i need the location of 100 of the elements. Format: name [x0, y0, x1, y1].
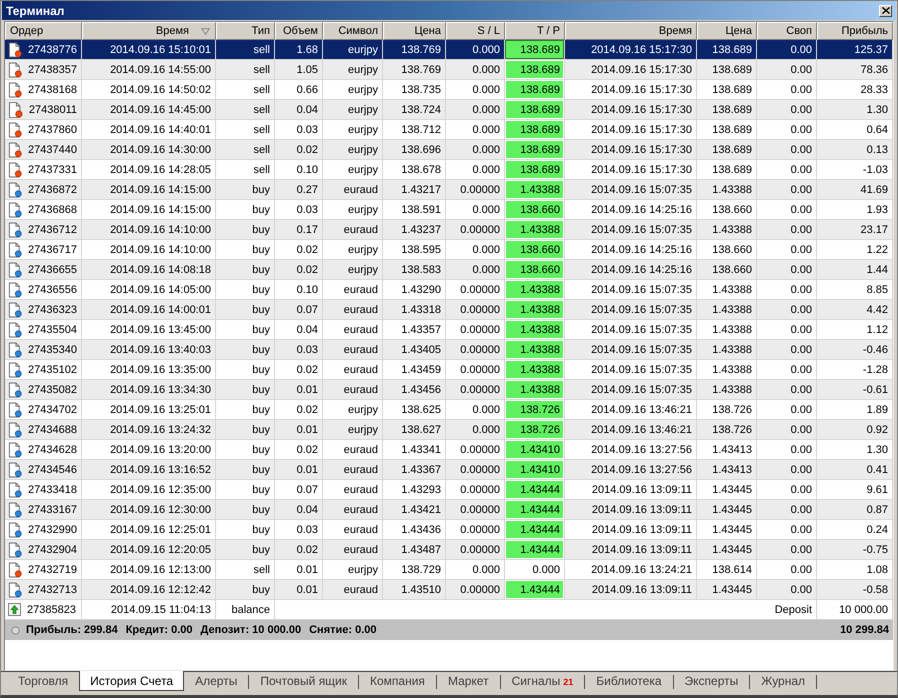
tab[interactable]: Почтовый ящик — [249, 671, 358, 691]
table-row[interactable]: 27433167 2014.09.16 12:30:00 buy 0.04 euraud 1.43421 0.00000 1.43444 2014.09.16 13:09:11 1.43445 0.00 0.87 — [5, 500, 893, 520]
order-number: 27437860 — [28, 124, 77, 136]
take-profit: 1.43410 — [505, 440, 565, 460]
tab[interactable]: Эксперты — [674, 671, 750, 691]
tab[interactable]: Библиотека — [585, 671, 673, 691]
tab[interactable]: Маркет — [436, 671, 500, 691]
table-row[interactable]: 27438011 2014.09.16 14:45:00 sell 0.04 eurjpy 138.724 0.000 138.689 2014.09.16 15:17:30 138.689 0.00 1.30 — [5, 100, 893, 120]
tab[interactable]: Торговля — [7, 671, 80, 691]
column-header[interactable]: Цена — [383, 22, 446, 40]
take-profit: 138.689 — [505, 100, 565, 120]
table-row[interactable]: 27436872 2014.09.16 14:15:00 buy 0.27 euraud 1.43217 0.00000 1.43388 2014.09.16 15:07:35 1.43388 0.00 41.69 — [5, 180, 893, 200]
table-row[interactable]: 27433418 2014.09.16 12:35:00 buy 0.07 euraud 1.43293 0.00000 1.43444 2014.09.16 13:09:11 1.43445 0.00 9.61 — [5, 480, 893, 500]
take-profit: 1.43388 — [505, 340, 565, 360]
tab[interactable]: История Счета — [79, 671, 184, 691]
column-header[interactable]: Время — [565, 22, 697, 40]
table-row[interactable]: 27436868 2014.09.16 14:15:00 buy 0.03 eurjpy 138.591 0.000 138.660 2014.09.16 14:25:16 138.660 0.00 1.93 — [5, 200, 893, 220]
dot-icon — [11, 626, 20, 634]
take-profit: 1.43388 — [505, 320, 565, 340]
document-icon — [8, 262, 22, 278]
table-row[interactable]: 27437440 2014.09.16 14:30:00 sell 0.02 eurjpy 138.696 0.000 138.689 2014.09.16 15:17:30 138.689 0.00 0.13 — [5, 140, 893, 160]
table-row[interactable]: 27385823 2014.09.15 11:04:13 balance Deposit 10 000.00 — [5, 600, 893, 620]
column-header[interactable]: T / P — [505, 22, 565, 40]
table-row[interactable]: 27432719 2014.09.16 12:13:00 sell 0.01 eurjpy 138.729 0.000 0.000 2014.09.16 13:24:21 138.614 0.00 1.08 — [5, 560, 893, 580]
table-row[interactable]: 27438357 2014.09.16 14:55:00 sell 1.05 eurjpy 138.769 0.000 138.689 2014.09.16 15:17:30 138.689 0.00 78.36 — [5, 60, 893, 80]
table-row[interactable]: 27432990 2014.09.16 12:25:01 buy 0.03 euraud 1.43436 0.00000 1.43444 2014.09.16 13:09:11 1.43445 0.00 0.24 — [5, 520, 893, 540]
order-number: 27433418 — [28, 484, 77, 496]
take-profit: 138.689 — [505, 120, 565, 140]
table-row[interactable]: 27436712 2014.09.16 14:10:00 buy 0.17 euraud 1.43237 0.00000 1.43388 2014.09.16 15:07:35 1.43388 0.00 23.17 — [5, 220, 893, 240]
tab[interactable]: Сигналы 21 — [500, 671, 584, 691]
order-number: 27435102 — [28, 364, 77, 376]
order-number: 27436655 — [28, 264, 77, 276]
take-profit: 1.43388 — [505, 180, 565, 200]
column-header[interactable]: Прибыль — [817, 22, 893, 40]
table-row[interactable]: 27436717 2014.09.16 14:10:00 buy 0.02 eurjpy 138.595 0.000 138.660 2014.09.16 14:25:16 138.660 0.00 1.22 — [5, 240, 893, 260]
take-profit: 1.43444 — [505, 500, 565, 520]
up-arrow-icon — [8, 603, 21, 616]
table-row[interactable]: 27438776 2014.09.16 15:10:01 sell 1.68 eurjpy 138.769 0.000 138.689 2014.09.16 15:17:30 138.689 0.00 125.37 — [5, 40, 893, 60]
order-number: 27432990 — [28, 524, 77, 536]
table-row[interactable]: 27434688 2014.09.16 13:24:32 buy 0.01 eurjpy 138.627 0.000 138.726 2014.09.16 13:46:21 138.726 0.00 0.92 — [5, 420, 893, 440]
close-icon — [882, 7, 890, 14]
order-number: 27385823 — [27, 604, 76, 616]
column-header[interactable]: Символ — [323, 22, 383, 40]
tab[interactable]: Алерты — [184, 671, 248, 691]
column-header[interactable]: Объем — [275, 22, 323, 40]
take-profit: 138.726 — [505, 400, 565, 420]
table-row[interactable]: 27435082 2014.09.16 13:34:30 buy 0.01 euraud 1.43456 0.00000 1.43388 2014.09.16 15:07:35 1.43388 0.00 -0.61 — [5, 380, 893, 400]
table-row[interactable]: 27432713 2014.09.16 12:12:42 buy 0.01 euraud 1.43510 0.00000 1.43444 2014.09.16 13:09:11 1.43445 0.00 -0.58 — [5, 580, 893, 600]
table-row[interactable]: 27435504 2014.09.16 13:45:00 buy 0.04 euraud 1.43357 0.00000 1.43388 2014.09.16 15:07:35 1.43388 0.00 1.12 — [5, 320, 893, 340]
take-profit: 1.43410 — [505, 460, 565, 480]
document-icon — [8, 102, 23, 118]
column-header[interactable]: Своп — [757, 22, 817, 40]
order-number: 27438357 — [28, 64, 77, 76]
close-button[interactable] — [879, 4, 892, 16]
take-profit: 1.43444 — [505, 580, 565, 600]
tab[interactable]: Компания — [359, 671, 436, 691]
table-row[interactable]: 27434628 2014.09.16 13:20:00 buy 0.02 euraud 1.43341 0.00000 1.43410 2014.09.16 13:27:56 1.43413 0.00 1.30 — [5, 440, 893, 460]
column-header[interactable]: S / L — [446, 22, 505, 40]
table-row[interactable]: 27436323 2014.09.16 14:00:01 buy 0.07 euraud 1.43318 0.00000 1.43388 2014.09.16 15:07:35 1.43388 0.00 4.42 — [5, 300, 893, 320]
summary-stat: Кредит: 0.00 — [126, 624, 193, 636]
document-icon — [8, 442, 22, 458]
table-row[interactable]: 27436655 2014.09.16 14:08:18 buy 0.02 eurjpy 138.583 0.000 138.660 2014.09.16 14:25:16 138.660 0.00 1.44 — [5, 260, 893, 280]
order-number: 27434688 — [28, 424, 77, 436]
order-number: 27434702 — [28, 404, 77, 416]
take-profit: 138.660 — [505, 200, 565, 220]
document-icon — [8, 282, 22, 298]
order-number: 27432719 — [28, 564, 77, 576]
document-icon — [8, 162, 22, 178]
order-number: 27436872 — [28, 184, 77, 196]
document-icon — [8, 482, 22, 498]
table-row[interactable]: 27434546 2014.09.16 13:16:52 buy 0.01 euraud 1.43367 0.00000 1.43410 2014.09.16 13:27:56 1.43413 0.00 0.41 — [5, 460, 893, 480]
order-number: 27434628 — [28, 444, 77, 456]
document-icon — [8, 82, 22, 98]
document-icon — [8, 422, 22, 438]
column-header[interactable]: Время — [82, 22, 216, 40]
take-profit: 1.43388 — [505, 220, 565, 240]
take-profit: 1.43388 — [505, 360, 565, 380]
document-icon — [8, 242, 22, 258]
order-number: 27438168 — [28, 84, 77, 96]
total-balance: 10 299.84 — [840, 624, 889, 636]
take-profit: 138.660 — [505, 260, 565, 280]
document-icon — [8, 42, 22, 58]
table-row[interactable]: 27432904 2014.09.16 12:20:05 buy 0.02 euraud 1.43487 0.00000 1.43444 2014.09.16 13:09:11 1.43445 0.00 -0.75 — [5, 540, 893, 560]
document-icon — [8, 382, 22, 398]
table-row[interactable]: 27436556 2014.09.16 14:05:00 buy 0.10 euraud 1.43290 0.00000 1.43388 2014.09.16 15:07:35 1.43388 0.00 8.85 — [5, 280, 893, 300]
table-row[interactable]: 27435340 2014.09.16 13:40:03 buy 0.03 euraud 1.43405 0.00000 1.43388 2014.09.16 15:07:35 1.43388 0.00 -0.46 — [5, 340, 893, 360]
column-header[interactable]: Ордер — [5, 22, 82, 40]
take-profit: 138.689 — [505, 80, 565, 100]
table-row[interactable]: 27437331 2014.09.16 14:28:05 sell 0.10 eurjpy 138.678 0.000 138.689 2014.09.16 15:17:30 138.689 0.00 -1.03 — [5, 160, 893, 180]
column-header[interactable]: Тип — [216, 22, 275, 40]
summary-stat: Депозит: 10 000.00 — [200, 624, 302, 636]
tab[interactable]: Журнал — [750, 671, 816, 691]
table-row[interactable]: 27437860 2014.09.16 14:40:01 sell 0.03 eurjpy 138.712 0.000 138.689 2014.09.16 15:17:30 138.689 0.00 0.64 — [5, 120, 893, 140]
order-number: 27435082 — [28, 384, 77, 396]
table-row[interactable]: 27435102 2014.09.16 13:35:00 buy 0.02 euraud 1.43459 0.00000 1.43388 2014.09.16 15:07:35 1.43388 0.00 -1.28 — [5, 360, 893, 380]
column-header[interactable]: Цена — [697, 22, 757, 40]
document-icon — [8, 322, 22, 338]
table-row[interactable]: 27434702 2014.09.16 13:25:01 buy 0.02 eurjpy 138.625 0.000 138.726 2014.09.16 13:46:21 138.726 0.00 1.89 — [5, 400, 893, 420]
order-number: 27436868 — [28, 204, 77, 216]
document-icon — [8, 122, 22, 138]
